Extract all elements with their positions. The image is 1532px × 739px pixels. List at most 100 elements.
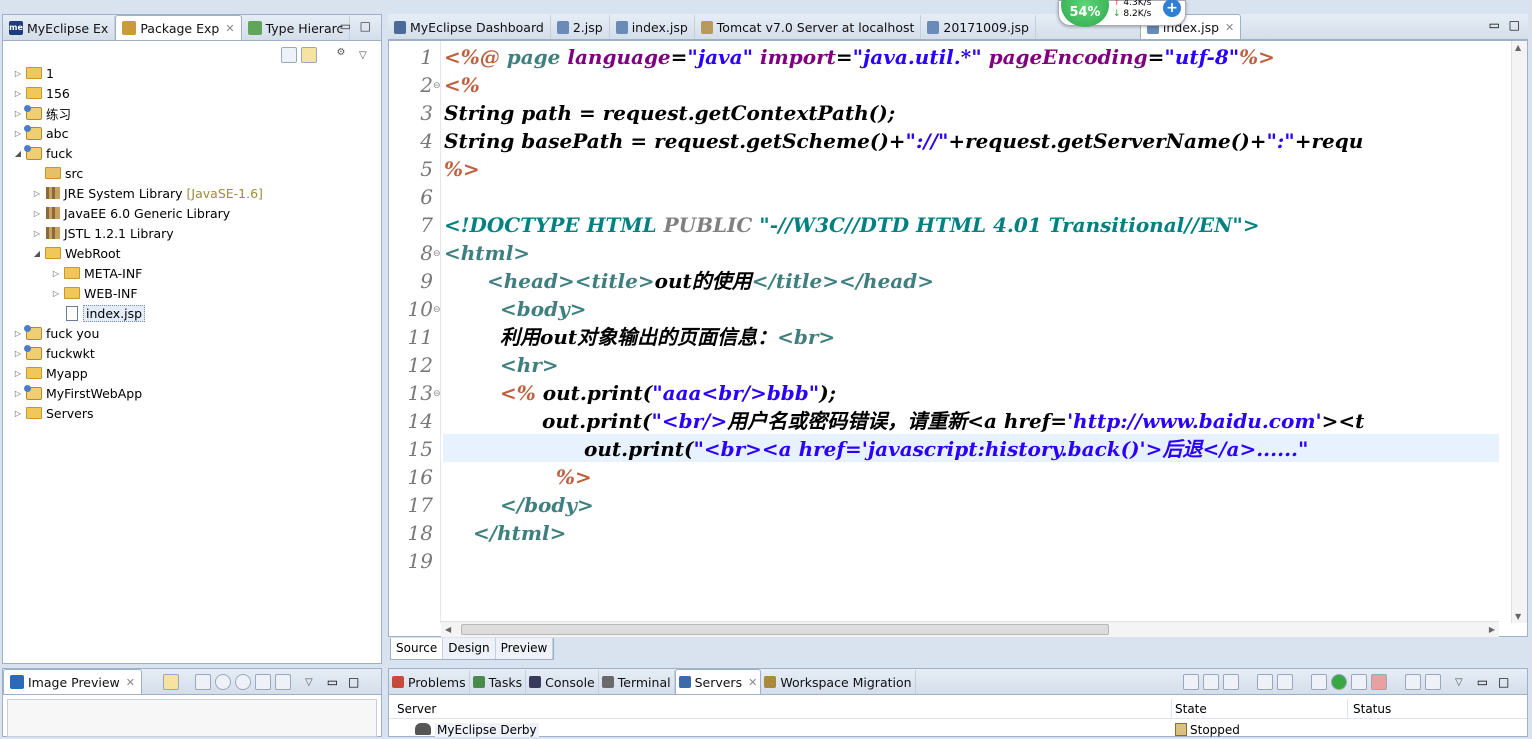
collapsed-arrow-icon[interactable]: ▷ xyxy=(32,229,42,238)
tree-item[interactable]: ▷ JavaEE 6.0 Generic Library xyxy=(32,203,230,223)
tree-item[interactable]: ▷ JRE System Library [JavaSE-1.6] xyxy=(32,183,263,203)
collapsed-arrow-icon[interactable]: ▷ xyxy=(32,209,42,218)
maximize-icon[interactable]: □ xyxy=(1498,675,1509,689)
table-row[interactable]: MyEclipse Derby Stopped xyxy=(389,721,1527,739)
delete-icon[interactable] xyxy=(1277,674,1293,690)
horizontal-scrollbar[interactable]: ◀ ▶ xyxy=(441,621,1499,637)
tree-item[interactable]: ▷ JSTL 1.2.1 Library xyxy=(32,223,174,243)
scroll-right-icon[interactable]: ▶ xyxy=(1489,625,1495,634)
add-icon[interactable]: + xyxy=(1163,0,1181,17)
zoom-in-icon[interactable] xyxy=(235,674,251,690)
scroll-left-icon[interactable]: ◀ xyxy=(445,625,451,634)
collapsed-arrow-icon[interactable]: ▷ xyxy=(13,69,23,78)
tree-item[interactable]: ▷ fuck you xyxy=(13,323,99,343)
expand-icon[interactable] xyxy=(1223,674,1239,690)
fit-icon[interactable] xyxy=(195,674,211,690)
filter-icon[interactable] xyxy=(1203,674,1219,690)
minimize-icon[interactable]: ▭ xyxy=(1489,18,1500,32)
editor-tab[interactable]: MyEclipse Dashboard xyxy=(388,15,551,39)
collapsed-arrow-icon[interactable]: ▷ xyxy=(51,289,61,298)
tree-item[interactable]: ▷ WEB-INF xyxy=(51,283,138,303)
vertical-scrollbar[interactable]: ▲ ▼ xyxy=(1511,41,1527,623)
publish-icon[interactable] xyxy=(1405,674,1421,690)
editor-mode-tab-source[interactable]: Source xyxy=(391,638,444,659)
minimize-icon[interactable]: ▭ xyxy=(327,675,338,689)
collapsed-arrow-icon[interactable]: ▷ xyxy=(13,129,23,138)
bottom-tab[interactable]: Problems xyxy=(389,670,470,694)
tree-item[interactable]: ▷ abc xyxy=(13,123,68,143)
collapsed-arrow-icon[interactable]: ▷ xyxy=(13,329,23,338)
horizontal-scroll-thumb[interactable] xyxy=(461,624,1109,635)
view-menu-icon[interactable]: ⚙ xyxy=(333,47,349,63)
collapsed-arrow-icon[interactable]: ▷ xyxy=(51,269,61,278)
tree-item[interactable]: ▷ MyFirstWebApp xyxy=(13,383,142,403)
editor-tab[interactable]: 20171009.jsp xyxy=(921,15,1036,39)
start-icon[interactable] xyxy=(1331,674,1347,690)
tab-image-preview[interactable]: Image Preview ✕ xyxy=(3,669,142,694)
collapsed-arrow-icon[interactable]: ▷ xyxy=(13,89,23,98)
tab-package-explorer[interactable]: Package Exp ✕ xyxy=(115,15,242,40)
editor-tab[interactable]: Tomcat v7.0 Server at localhost xyxy=(695,15,922,39)
collapsed-arrow-icon[interactable]: ▷ xyxy=(13,109,23,118)
bottom-tab[interactable]: Terminal xyxy=(599,670,675,694)
tree-item[interactable]: ▷ 练习 xyxy=(13,103,71,123)
tree-item[interactable]: ◢ fuck xyxy=(13,143,72,163)
collapsed-arrow-icon[interactable]: ▷ xyxy=(32,189,42,198)
dropdown-icon[interactable]: ▽ xyxy=(359,50,367,61)
bottom-tab[interactable]: Workspace Migration xyxy=(761,670,916,694)
editor-mode-tab-design[interactable]: Design xyxy=(443,638,496,659)
tree-item[interactable]: ▷ 156 xyxy=(13,83,70,103)
collapsed-arrow-icon[interactable]: ▷ xyxy=(13,369,23,378)
profile-icon[interactable] xyxy=(1351,674,1367,690)
tree-item[interactable]: ▷ 1 xyxy=(13,63,54,83)
minimize-icon[interactable]: ▭ xyxy=(1477,675,1488,689)
tree-item[interactable]: ▷ Myapp xyxy=(13,363,88,383)
debug-icon[interactable] xyxy=(1311,674,1327,690)
close-icon[interactable]: ✕ xyxy=(126,676,135,689)
maximize-icon[interactable]: □ xyxy=(1509,18,1520,32)
editor-tab[interactable]: index.jsp xyxy=(610,15,695,39)
minimize-icon[interactable]: ▭ xyxy=(340,19,351,33)
close-icon[interactable]: ✕ xyxy=(1225,21,1234,34)
maximize-icon[interactable]: □ xyxy=(360,19,371,33)
editor-tab[interactable]: 2.jsp xyxy=(551,15,610,39)
expanded-arrow-icon[interactable]: ◢ xyxy=(32,249,42,258)
collapsed-arrow-icon[interactable]: ▷ xyxy=(13,409,23,418)
link-icon[interactable] xyxy=(163,674,179,690)
column-status[interactable]: Status xyxy=(1353,702,1391,716)
scroll-down-icon[interactable]: ▼ xyxy=(1515,612,1521,621)
collapse-icon[interactable] xyxy=(1183,674,1199,690)
tab-myeclipse-explorer[interactable]: me MyEclipse Ex xyxy=(3,16,116,40)
bottom-tab[interactable]: Console xyxy=(526,670,599,694)
column-state[interactable]: State xyxy=(1175,702,1207,716)
tab-type-hierarchy[interactable]: Type Hierarc xyxy=(242,16,351,40)
collapsed-arrow-icon[interactable]: ▷ xyxy=(13,349,23,358)
bottom-tab[interactable]: Tasks xyxy=(470,670,527,694)
collapsed-arrow-icon[interactable]: ▷ xyxy=(13,389,23,398)
code-editor[interactable]: 1 2 3 4 5 6 7 8 9 10 11 12 13 14 15 16 17 18 19 ⊖ ⊖ ⊖ ⊖ <%@ pa… xyxy=(388,40,1528,637)
actual-size-icon[interactable] xyxy=(255,674,271,690)
close-icon[interactable]: ✕ xyxy=(748,676,757,689)
tree-item[interactable]: ▷ Servers xyxy=(13,403,94,423)
zoom-out-icon[interactable] xyxy=(215,674,231,690)
tree-item[interactable]: src xyxy=(32,163,83,183)
code-area[interactable]: <%@ page language="java" import="java.ut… xyxy=(389,41,1499,623)
tree-item[interactable]: ▷ META-INF xyxy=(51,263,142,283)
tree-item[interactable]: ◢ WebRoot xyxy=(32,243,121,263)
tree-item[interactable]: index.jsp xyxy=(51,303,146,323)
scroll-up-icon[interactable]: ▲ xyxy=(1515,43,1521,52)
link-editor-icon[interactable] xyxy=(301,47,317,63)
dropdown-icon[interactable]: ▽ xyxy=(305,677,313,688)
collapse-all-icon[interactable] xyxy=(281,47,297,63)
stop-icon[interactable] xyxy=(1371,674,1387,690)
bottom-tab[interactable]: Servers ✕ xyxy=(674,669,762,694)
maximize-icon[interactable]: □ xyxy=(348,675,359,689)
expanded-arrow-icon[interactable]: ◢ xyxy=(13,149,23,158)
tree-item[interactable]: ▷ fuckwkt xyxy=(13,343,95,363)
fullscreen-icon[interactable] xyxy=(275,674,291,690)
new-server-icon[interactable] xyxy=(1257,674,1273,690)
close-icon[interactable]: ✕ xyxy=(225,22,234,35)
clean-icon[interactable] xyxy=(1425,674,1441,690)
column-server[interactable]: Server xyxy=(397,702,436,716)
dropdown-icon[interactable]: ▽ xyxy=(1455,677,1463,688)
